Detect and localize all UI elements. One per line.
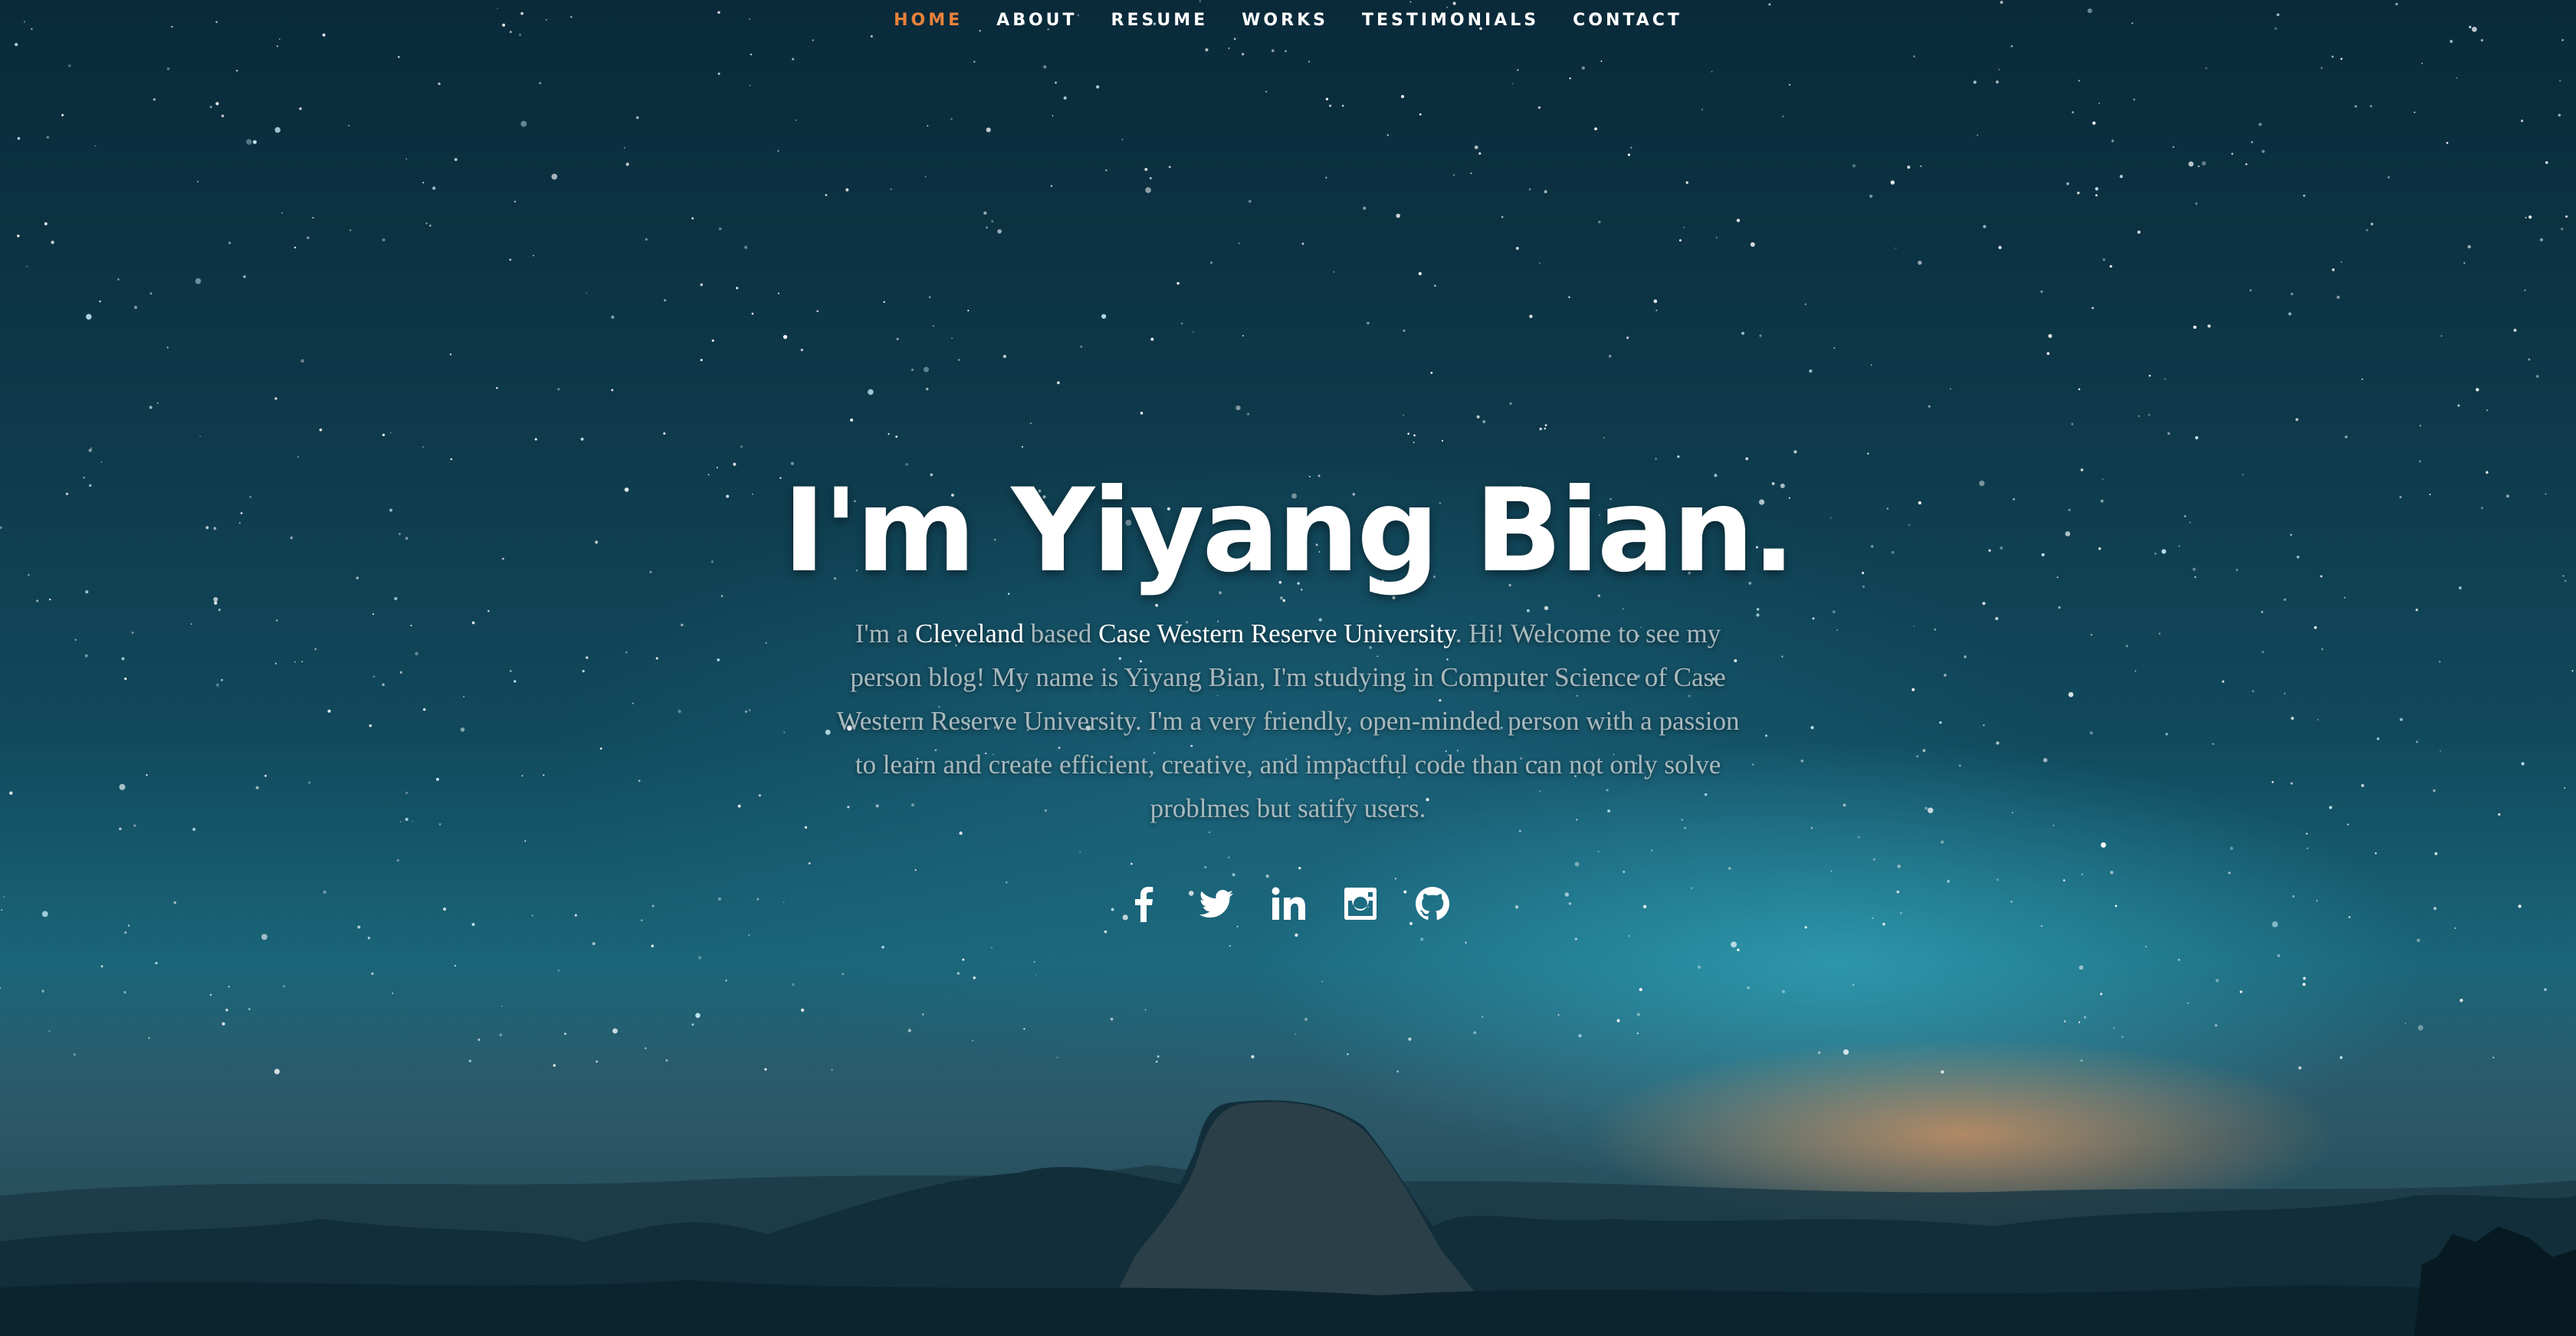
instagram-link[interactable]	[1342, 885, 1379, 922]
nav-item-about[interactable]: ABOUT	[980, 11, 1094, 30]
nav-item-contact[interactable]: CONTACT	[1556, 11, 1699, 30]
nav-item-testimonials[interactable]: TESTIMONIALS	[1345, 11, 1556, 30]
instagram-icon	[1344, 888, 1377, 920]
facebook-link[interactable]	[1126, 885, 1163, 922]
university-highlight: Case Western Reserve University	[1098, 619, 1455, 648]
linkedin-link[interactable]	[1270, 885, 1307, 922]
intro-prefix: I'm a	[855, 619, 915, 648]
hero-intro: I'm a Cleveland based Case Western Reser…	[829, 612, 1748, 830]
hero-title: I'm Yiyang Bian.	[783, 464, 1795, 598]
city-highlight: Cleveland	[915, 619, 1024, 648]
github-icon	[1415, 887, 1449, 921]
social-links	[0, 885, 2576, 922]
intro-mid: based	[1023, 619, 1099, 648]
intro-rest: . Hi! Welcome to see my person blog! My …	[836, 619, 1740, 823]
main-nav: HOME ABOUT RESUME WORKS TESTIMONIALS CON…	[0, 11, 2576, 30]
nav-item-resume[interactable]: RESUME	[1094, 11, 1226, 30]
facebook-icon	[1134, 887, 1153, 922]
github-link[interactable]	[1414, 885, 1451, 922]
linkedin-icon	[1272, 887, 1305, 920]
nav-item-home[interactable]: HOME	[877, 11, 980, 30]
twitter-icon	[1199, 890, 1233, 918]
nav-item-works[interactable]: WORKS	[1225, 11, 1345, 30]
twitter-link[interactable]	[1198, 885, 1235, 922]
hero-section: I'm Yiyang Bian. I'm a Cleveland based C…	[0, 466, 2576, 830]
